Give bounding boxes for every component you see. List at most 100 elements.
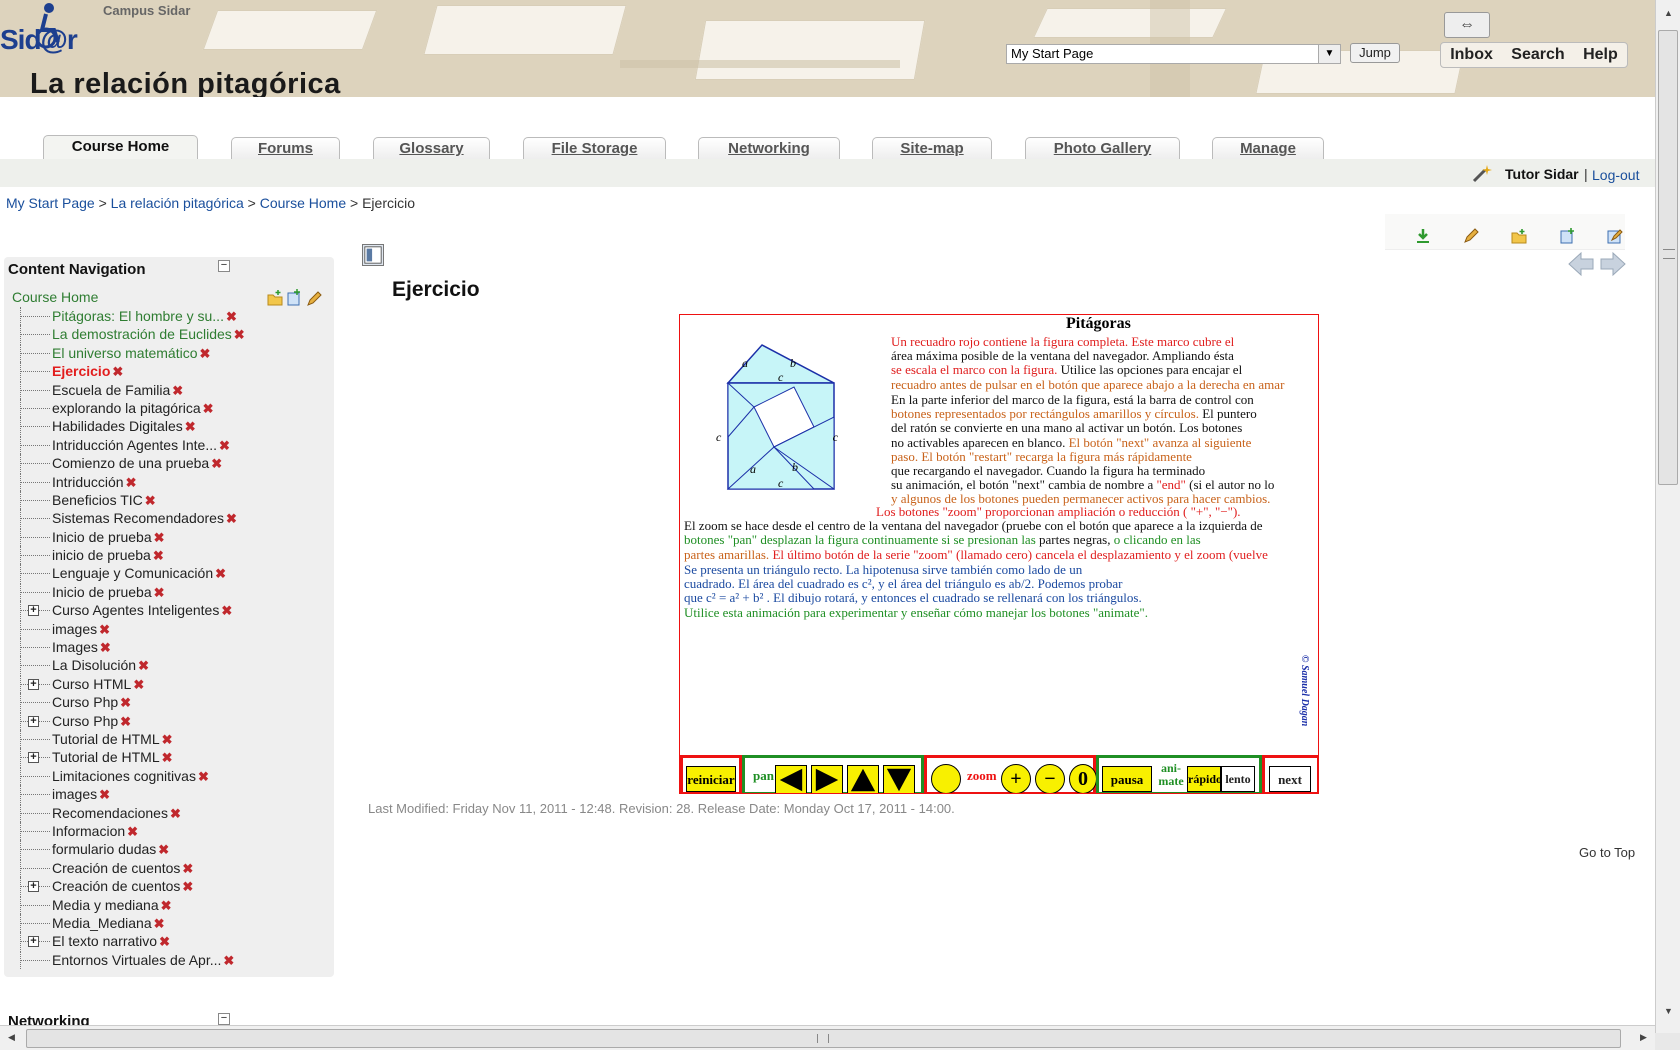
expand-plus-icon[interactable]: +	[28, 715, 39, 727]
sidebar-item-label[interactable]: Limitaciones cognitivas	[52, 768, 196, 784]
delete-x-icon[interactable]: ✖	[223, 953, 234, 968]
delete-x-icon[interactable]: ✖	[100, 640, 111, 655]
sidebar-tree-item[interactable]: Entornos Virtuales de Apr... ✖	[14, 950, 334, 969]
sidebar-item-label[interactable]: Curso Agentes Inteligentes	[52, 602, 219, 618]
sidebar-tree-item[interactable]: + El texto narrativo ✖	[14, 932, 334, 951]
delete-x-icon[interactable]: ✖	[219, 438, 230, 453]
pan-left-arrow-icon[interactable]	[775, 765, 807, 794]
sidebar-tree-item[interactable]: + Curso HTML ✖	[14, 674, 334, 693]
sidebar-tree-item[interactable]: Ejercicio ✖	[14, 362, 334, 381]
expand-plus-icon[interactable]: +	[28, 881, 39, 893]
zoom-area-button[interactable]	[931, 764, 961, 793]
tab-file-storage[interactable]: File Storage	[523, 137, 666, 160]
sidebar-tree-item[interactable]: Curso Php ✖	[14, 693, 334, 712]
sidebar-item-label[interactable]: Entornos Virtuales de Apr...	[52, 952, 221, 968]
course-home-link[interactable]: Course Home	[12, 289, 98, 305]
sidebar-tree-item[interactable]: Informacion ✖	[14, 821, 334, 840]
sidebar-item-label[interactable]: La demostración de Euclides	[52, 326, 232, 342]
sidebar-tree-item[interactable]: + Creación de cuentos ✖	[14, 877, 334, 896]
collapse-networking-button[interactable]: −	[218, 1013, 230, 1025]
sidebar-tree-item[interactable]: El universo matemático ✖	[14, 343, 334, 362]
pan-up-arrow-icon[interactable]	[847, 765, 879, 794]
collapse-panel-button[interactable]: −	[218, 260, 230, 272]
sidebar-item-label[interactable]: explorando la pitagórica	[52, 400, 201, 416]
new-page-icon[interactable]	[1559, 228, 1575, 244]
sidebar-tree-item[interactable]: Pitágoras: El hombre y su... ✖	[14, 307, 334, 325]
sidebar-item-label[interactable]: Intriducción	[52, 474, 124, 490]
layout-toggle-button[interactable]: ⇔	[1444, 12, 1490, 38]
sidebar-tree-item[interactable]: La Disolución ✖	[14, 656, 334, 675]
tab-networking[interactable]: Networking	[698, 137, 840, 160]
magic-wand-icon[interactable]	[1472, 165, 1492, 183]
breadcrumb-course-home[interactable]: Course Home	[260, 195, 346, 211]
horizontal-scroll-thumb[interactable]	[26, 1029, 1621, 1048]
sidebar-item-label[interactable]: Comienzo de una prueba	[52, 455, 209, 471]
tab-photo-gallery[interactable]: Photo Gallery	[1025, 137, 1180, 160]
sidebar-item-label[interactable]: Pitágoras: El hombre y su...	[52, 308, 224, 324]
sidebar-item-label[interactable]: Ejercicio	[52, 363, 110, 379]
sidebar-item-label[interactable]: images	[52, 786, 97, 802]
scroll-right-icon[interactable]: ▶	[1640, 1032, 1647, 1043]
sidebar-tree-item[interactable]: Limitaciones cognitivas ✖	[14, 766, 334, 785]
delete-x-icon[interactable]: ✖	[234, 327, 245, 342]
sidebar-item-label[interactable]: Creación de cuentos	[52, 860, 180, 876]
delete-x-icon[interactable]: ✖	[145, 493, 156, 508]
delete-x-icon[interactable]: ✖	[158, 842, 169, 857]
sidebar-tree-item[interactable]: La demostración de Euclides ✖	[14, 325, 334, 344]
delete-x-icon[interactable]: ✖	[215, 566, 226, 581]
tab-manage[interactable]: Manage	[1212, 137, 1324, 160]
sidebar-tree-item[interactable]: Escuela de Familia ✖	[14, 380, 334, 399]
reiniciar-button[interactable]: reiniciar	[686, 766, 736, 792]
sidebar-item-label[interactable]: Media y mediana	[52, 897, 159, 913]
zoom-reset-button[interactable]: 0	[1069, 764, 1097, 793]
vertical-scroll-thumb[interactable]	[1658, 30, 1678, 485]
sidebar-item-label[interactable]: Inicio de prueba	[52, 529, 152, 545]
sidebar-item-label[interactable]: formulario dudas	[52, 841, 156, 857]
delete-x-icon[interactable]: ✖	[154, 530, 165, 545]
zoom-out-button[interactable]: −	[1035, 764, 1065, 793]
sidebar-tree-item[interactable]: Comienzo de una prueba ✖	[14, 454, 334, 473]
sidebar-item-label[interactable]: Sistemas Recomendadores	[52, 510, 224, 526]
sidebar-tree-item[interactable]: images ✖	[14, 619, 334, 638]
sidebar-tree-item[interactable]: + Tutorial de HTML ✖	[14, 748, 334, 767]
sidebar-tree-item[interactable]: Inicio de prueba ✖	[14, 527, 334, 546]
sidebar-tree-item[interactable]: Beneficios TIC ✖	[14, 490, 334, 509]
sidebar-item-label[interactable]: Habilidades Digitales	[52, 418, 183, 434]
sidebar-tree-item[interactable]: Images ✖	[14, 638, 334, 657]
delete-x-icon[interactable]: ✖	[182, 879, 193, 894]
sidebar-tree-item[interactable]: Habilidades Digitales ✖	[14, 417, 334, 436]
sidebar-tree-item[interactable]: Tutorial de HTML ✖	[14, 729, 334, 748]
user-name[interactable]: Tutor Sidar	[1505, 166, 1579, 182]
search-link[interactable]: Search	[1511, 46, 1564, 64]
delete-x-icon[interactable]: ✖	[162, 732, 173, 747]
sidebar-tree-item[interactable]: explorando la pitagórica ✖	[14, 398, 334, 417]
go-to-top-link[interactable]: Go to Top	[1579, 845, 1635, 860]
sidebar-item-label[interactable]: images	[52, 621, 97, 637]
jump-button[interactable]: Jump	[1350, 43, 1400, 63]
sidebar-item-label[interactable]: La Disolución	[52, 657, 136, 673]
logo-text[interactable]: Sid@r	[0, 24, 78, 56]
sidebar-tree-item[interactable]: Recomendaciones ✖	[14, 803, 334, 822]
delete-x-icon[interactable]: ✖	[226, 309, 237, 324]
delete-x-icon[interactable]: ✖	[203, 401, 214, 416]
breadcrumb-my-start-page[interactable]: My Start Page	[6, 195, 95, 211]
scroll-down-icon[interactable]: ▼	[1664, 1006, 1673, 1016]
delete-x-icon[interactable]: ✖	[198, 769, 209, 784]
delete-x-icon[interactable]: ✖	[170, 806, 181, 821]
previous-page-arrow-icon[interactable]	[1568, 251, 1594, 277]
delete-x-icon[interactable]: ✖	[154, 916, 165, 931]
vertical-scrollbar[interactable]: ▲ ▼	[1655, 0, 1680, 1033]
edit-pencil-icon[interactable]	[1463, 228, 1479, 244]
tab-glossary[interactable]: Glossary	[373, 137, 490, 160]
delete-x-icon[interactable]: ✖	[211, 456, 222, 471]
sidebar-item-label[interactable]: Escuela de Familia	[52, 382, 170, 398]
sidebar-item-label[interactable]: Images	[52, 639, 98, 655]
delete-x-icon[interactable]: ✖	[162, 750, 173, 765]
sidebar-item-label[interactable]: Informacion	[52, 823, 125, 839]
delete-x-icon[interactable]: ✖	[154, 585, 165, 600]
next-button[interactable]: next	[1269, 766, 1311, 792]
edit-pencil-icon[interactable]	[307, 291, 322, 306]
delete-x-icon[interactable]: ✖	[161, 898, 172, 913]
delete-x-icon[interactable]: ✖	[133, 677, 144, 692]
sidebar-tree-item[interactable]: Lenguaje y Comunicación ✖	[14, 564, 334, 583]
